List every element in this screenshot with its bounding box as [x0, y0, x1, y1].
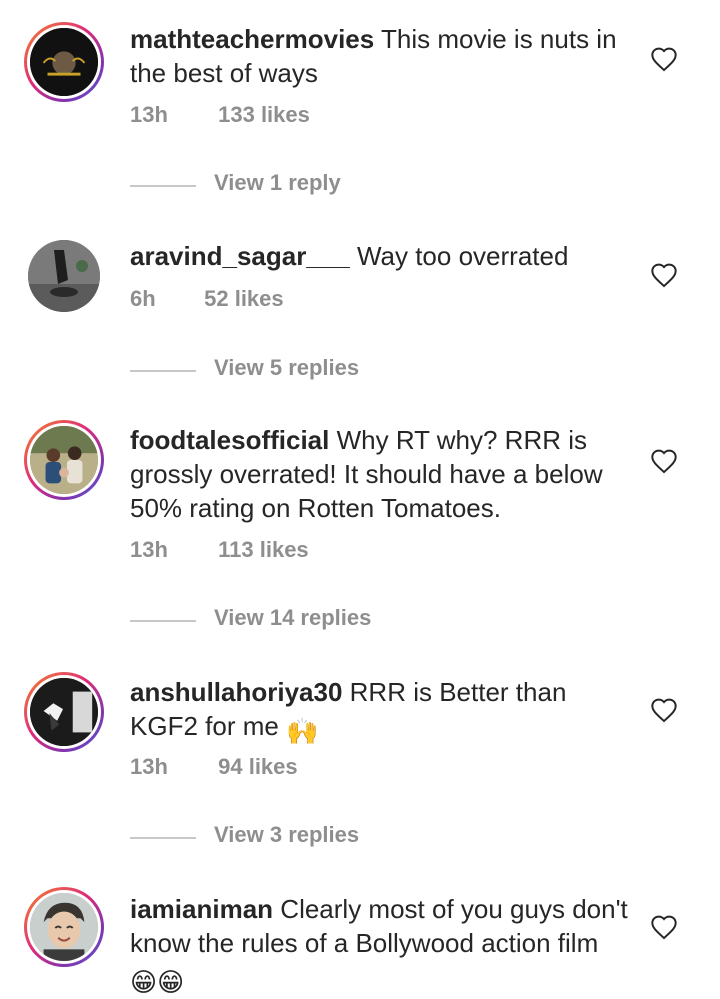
- avatar[interactable]: [24, 22, 104, 102]
- view-replies-label[interactable]: View 3 replies: [214, 822, 359, 848]
- avatar[interactable]: [24, 236, 104, 316]
- view-replies-label[interactable]: View 5 replies: [214, 355, 359, 381]
- avatar-logo-image: [30, 28, 98, 96]
- grinning-face-emoji: 😁😁: [130, 967, 185, 997]
- comment-meta: 13h 113 likes: [130, 537, 309, 563]
- comment-meta: 6h 52 likes: [130, 286, 284, 312]
- replies-divider: [130, 620, 196, 622]
- avatar[interactable]: [24, 887, 104, 967]
- comment-username[interactable]: iamianiman: [130, 894, 273, 924]
- comment-text: iamianiman Clearly most of you guys don'…: [130, 892, 630, 999]
- heart-outline-icon[interactable]: [650, 46, 678, 72]
- avatar[interactable]: [24, 672, 104, 752]
- avatar[interactable]: [24, 420, 104, 500]
- view-replies-label[interactable]: View 1 reply: [214, 170, 341, 196]
- raising-hands-emoji: 🙌: [286, 716, 319, 746]
- view-replies-label[interactable]: View 14 replies: [214, 605, 371, 631]
- comment-text: anshullahoriya30 RRR is Better than KGF2…: [130, 675, 630, 748]
- heart-outline-icon[interactable]: [650, 448, 678, 474]
- comment-body: Way too overrated: [356, 241, 569, 271]
- comment-time: 13h: [130, 754, 168, 779]
- comment-text: mathteachermovies This movie is nuts in …: [130, 22, 630, 90]
- comment-text: aravind_sagar___ Way too overrated: [130, 239, 630, 273]
- comment-likes[interactable]: 52 likes: [204, 286, 284, 312]
- comment-meta: 13h 133 likes: [130, 102, 310, 128]
- avatar-photo-image: [30, 426, 98, 494]
- comment-likes[interactable]: 113 likes: [218, 537, 309, 563]
- comment-likes[interactable]: 133 likes: [218, 102, 310, 128]
- comment-username[interactable]: foodtalesofficial: [130, 425, 329, 455]
- replies-divider: [130, 370, 196, 372]
- heart-outline-icon[interactable]: [650, 262, 678, 288]
- heart-outline-icon[interactable]: [650, 914, 678, 940]
- avatar-photo-image: [28, 240, 100, 312]
- avatar-photo-image: [30, 893, 98, 961]
- comment-time: 13h: [130, 102, 168, 127]
- heart-outline-icon[interactable]: [650, 697, 678, 723]
- comment-time: 13h: [130, 537, 168, 562]
- comment-time: 6h: [130, 286, 156, 311]
- comment-meta: 13h 94 likes: [130, 754, 298, 780]
- comment-username[interactable]: aravind_sagar___: [130, 241, 350, 271]
- replies-divider: [130, 837, 196, 839]
- comment-username[interactable]: mathteachermovies: [130, 24, 374, 54]
- avatar-photo-image: [30, 678, 98, 746]
- replies-divider: [130, 185, 196, 187]
- comment-username[interactable]: anshullahoriya30: [130, 677, 342, 707]
- comment-likes[interactable]: 94 likes: [218, 754, 298, 780]
- comment-text: foodtalesofficial Why RT why? RRR is gro…: [130, 423, 630, 525]
